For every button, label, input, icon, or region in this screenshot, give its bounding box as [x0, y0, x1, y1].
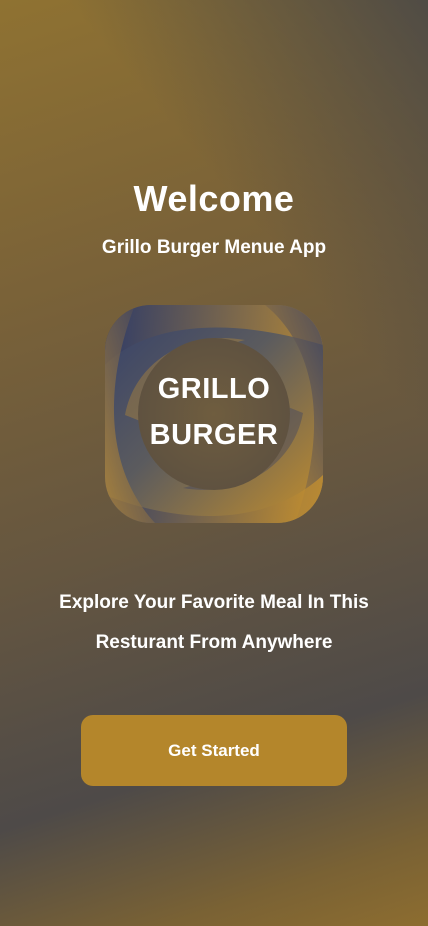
app-logo: GRILLO BURGER — [105, 305, 323, 523]
app-subtitle: Grillo Burger Menue App — [101, 237, 327, 258]
tagline-line2: Resturant From Anywhere — [95, 632, 333, 653]
logo-swirl-graphic — [105, 305, 323, 523]
logo-text-line2: BURGER — [149, 419, 279, 451]
page-title: Welcome — [133, 178, 295, 219]
get-started-label: Get Started — [168, 740, 260, 760]
logo-text-line1: GRILLO — [157, 373, 271, 405]
tagline-line1: Explore Your Favorite Meal In This — [59, 592, 369, 613]
tagline: Explore Your Favorite Meal In This Restu… — [34, 583, 394, 663]
get-started-button[interactable]: Get Started — [81, 715, 347, 786]
welcome-screen: Welcome Grillo Burger Menue App GRILLO B… — [0, 0, 428, 926]
